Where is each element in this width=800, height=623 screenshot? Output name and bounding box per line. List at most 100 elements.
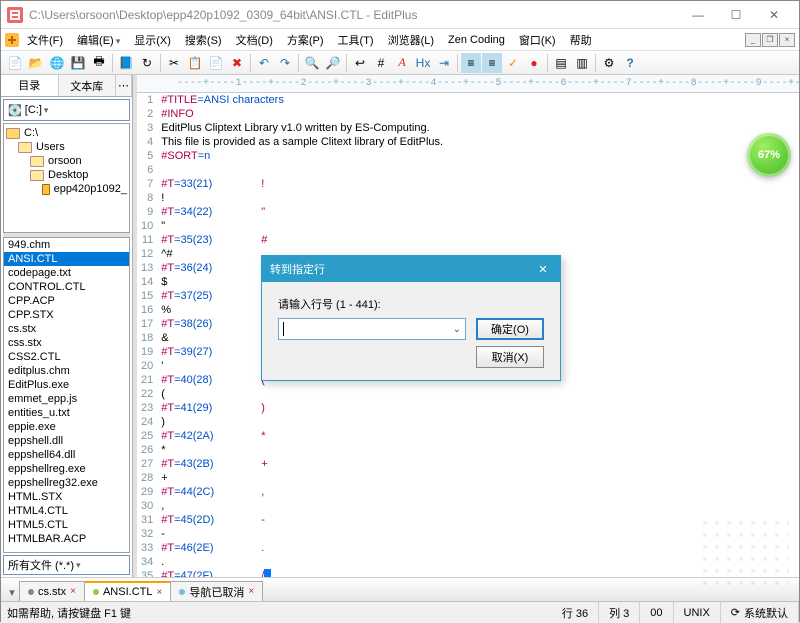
hex-icon[interactable]: Hx — [413, 53, 433, 73]
menu-help[interactable]: 帮助 — [564, 30, 598, 50]
tree-node[interactable]: Desktop — [48, 169, 88, 181]
menu-window[interactable]: 窗口(K) — [513, 30, 562, 50]
ok-button[interactable]: 确定(O) — [476, 318, 544, 340]
record-macro-icon[interactable]: ● — [524, 53, 544, 73]
spellcheck-icon[interactable]: ✓ — [503, 53, 523, 73]
indent-left-icon[interactable]: ≡ — [461, 53, 481, 73]
file-list-item[interactable]: eppshell.dll — [4, 434, 129, 448]
find-icon[interactable]: 🔍 — [302, 53, 322, 73]
file-list-item[interactable]: eppshellreg.exe — [4, 462, 129, 476]
browser-view-icon[interactable]: 📘 — [116, 53, 136, 73]
tab-list-button[interactable]: ▾ — [5, 583, 19, 601]
linenum-icon[interactable]: # — [371, 53, 391, 73]
menu-edit[interactable]: 编辑(E) — [71, 30, 126, 50]
document-tab[interactable]: cs.stx× — [19, 581, 85, 601]
chevron-down-icon[interactable]: ⌄ — [453, 324, 461, 335]
tree-node[interactable]: orsoon — [48, 155, 82, 167]
file-list-item[interactable]: EditPlus.exe — [4, 378, 129, 392]
tab-close-icon[interactable]: × — [248, 586, 254, 597]
line-number-input[interactable]: ⌄ — [278, 318, 466, 340]
maximize-button[interactable]: ☐ — [717, 3, 755, 27]
font-icon[interactable]: A — [392, 53, 412, 73]
file-list-item[interactable]: 949.chm — [4, 238, 129, 252]
menu-search[interactable]: 搜索(S) — [179, 30, 228, 50]
file-list-item[interactable]: CONTROL.CTL — [4, 280, 129, 294]
file-list-item[interactable]: CPP.ACP — [4, 294, 129, 308]
file-list[interactable]: 949.chmANSI.CTLcodepage.txtCONTROL.CTLCP… — [3, 237, 130, 553]
tab-icon[interactable]: ⇥ — [434, 53, 454, 73]
file-list-item[interactable]: editplus.chm — [4, 364, 129, 378]
sidebar: 目录 文本库 ⋯ 💽 [C:] C:\ Users orsoon Desktop… — [1, 75, 133, 577]
open-remote-icon[interactable]: 🌐 — [47, 53, 67, 73]
cancel-button[interactable]: 取消(X) — [476, 346, 544, 368]
menu-project[interactable]: 方案(P) — [281, 30, 330, 50]
file-list-item[interactable]: HTML5.CTL — [4, 518, 129, 532]
sidebar-tab-more[interactable]: ⋯ — [116, 75, 132, 96]
copy-icon[interactable]: 📋 — [185, 53, 205, 73]
file-filter-combo[interactable]: 所有文件 (*.*) — [3, 555, 130, 575]
file-list-item[interactable]: HTML.STX — [4, 490, 129, 504]
folder-tree[interactable]: C:\ Users orsoon Desktop epp420p1092_ — [3, 123, 130, 233]
replace-icon[interactable]: 🔎 — [323, 53, 343, 73]
tab-close-icon[interactable]: × — [156, 587, 162, 598]
window-v-icon[interactable]: ▥ — [572, 53, 592, 73]
menu-icon — [5, 33, 19, 47]
new-file-icon[interactable]: 📄 — [5, 53, 25, 73]
document-tab[interactable]: 导航已取消× — [170, 581, 263, 601]
file-list-item[interactable]: HTML4.CTL — [4, 504, 129, 518]
window-h-icon[interactable]: ▤ — [551, 53, 571, 73]
file-list-item[interactable]: eppie.exe — [4, 420, 129, 434]
settings-icon[interactable]: ⚙ — [599, 53, 619, 73]
file-list-item[interactable]: eppshellreg32.exe — [4, 476, 129, 490]
file-list-item[interactable]: codepage.txt — [4, 266, 129, 280]
drive-label: [C:] — [25, 104, 42, 116]
sidebar-tab-directory[interactable]: 目录 — [1, 75, 59, 96]
mdi-min-button[interactable]: _ — [745, 33, 761, 47]
menu-view[interactable]: 显示(X) — [128, 30, 177, 50]
sync-icon[interactable]: ⟳ — [731, 606, 740, 619]
reload-icon[interactable]: ↻ — [137, 53, 157, 73]
dialog-titlebar[interactable]: 转到指定行 ✕ — [262, 256, 560, 282]
open-file-icon[interactable]: 📂 — [26, 53, 46, 73]
tab-close-icon[interactable]: × — [70, 586, 76, 597]
menu-document[interactable]: 文档(D) — [230, 30, 279, 50]
help-icon[interactable]: ? — [620, 53, 640, 73]
tree-node-selected[interactable]: epp420p1092_ — [54, 183, 127, 195]
close-button[interactable]: ✕ — [755, 3, 793, 27]
menu-zen[interactable]: Zen Coding — [442, 32, 511, 48]
menu-file[interactable]: 文件(F) — [21, 30, 69, 50]
file-list-item[interactable]: HTMLBAR.ACP — [4, 532, 129, 546]
menu-browser[interactable]: 浏览器(L) — [382, 30, 440, 50]
mdi-close-button[interactable]: × — [779, 33, 795, 47]
tree-node[interactable]: C:\ — [24, 127, 38, 139]
file-list-item[interactable]: eppshell64.dll — [4, 448, 129, 462]
drive-combo[interactable]: 💽 [C:] — [3, 99, 130, 121]
menu-tools[interactable]: 工具(T) — [332, 30, 380, 50]
mdi-restore-button[interactable]: ❐ — [762, 33, 778, 47]
file-list-item[interactable]: CPP.STX — [4, 308, 129, 322]
document-tab[interactable]: ANSI.CTL× — [84, 581, 171, 601]
delete-icon[interactable]: ✖ — [227, 53, 247, 73]
paste-icon[interactable]: 📄 — [206, 53, 226, 73]
goto-line-dialog: 转到指定行 ✕ 请输入行号 (1 - 441): ⌄ 确定(O) 取消(X) — [261, 255, 561, 381]
wordwrap-icon[interactable]: ↩ — [350, 53, 370, 73]
indent-right-icon[interactable]: ≡ — [482, 53, 502, 73]
print-icon[interactable]: 🖶 — [89, 53, 109, 73]
sidebar-tab-cliptext[interactable]: 文本库 — [59, 75, 117, 96]
file-list-item[interactable]: cs.stx — [4, 322, 129, 336]
file-list-item[interactable]: css.stx — [4, 336, 129, 350]
file-list-item[interactable]: ANSI.CTL — [4, 252, 129, 266]
redo-icon[interactable]: ↷ — [275, 53, 295, 73]
dialog-close-icon[interactable]: ✕ — [534, 263, 552, 276]
tab-dot-icon — [93, 589, 99, 595]
cut-icon[interactable]: ✂ — [164, 53, 184, 73]
file-list-item[interactable]: entities_u.txt — [4, 406, 129, 420]
minimize-button[interactable]: — — [679, 3, 717, 27]
tab-dot-icon — [179, 589, 185, 595]
save-icon[interactable]: 💾 — [68, 53, 88, 73]
undo-icon[interactable]: ↶ — [254, 53, 274, 73]
file-list-item[interactable]: CSS2.CTL — [4, 350, 129, 364]
file-list-item[interactable]: emmet_epp.js — [4, 392, 129, 406]
tree-node[interactable]: Users — [36, 141, 65, 153]
tab-label: ANSI.CTL — [103, 586, 153, 598]
